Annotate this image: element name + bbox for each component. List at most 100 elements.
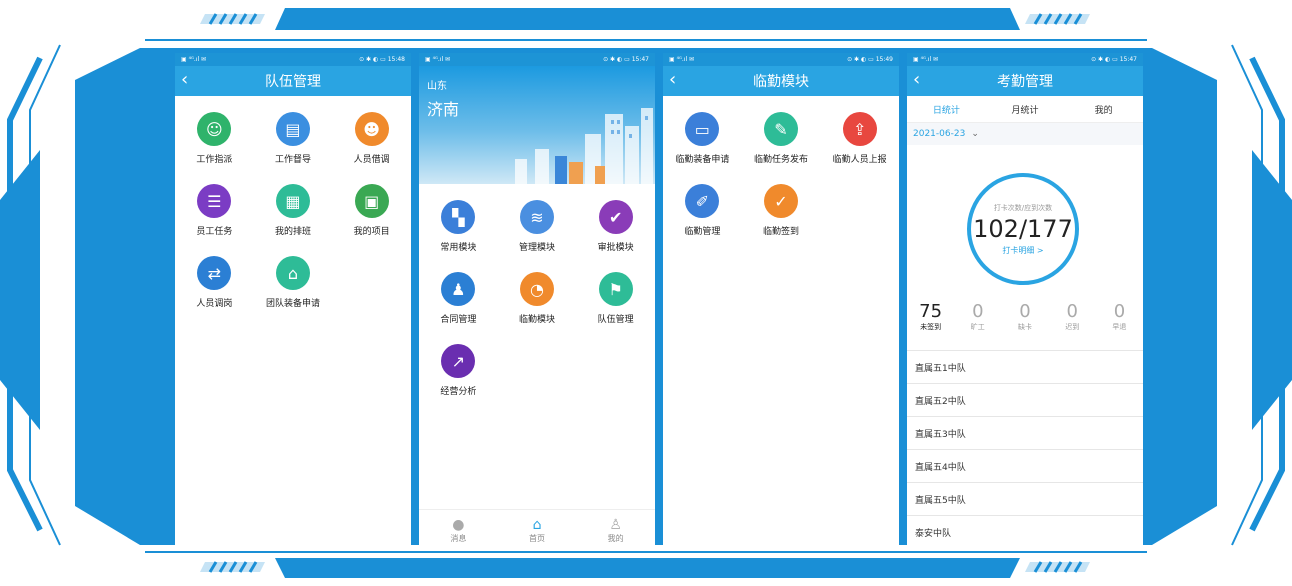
tab-label: 我的 (607, 533, 624, 543)
status-right: ⊙ ✱ ◐ ▭ 15:48 (359, 56, 405, 63)
tab-mine[interactable]: 我的 (1064, 103, 1143, 116)
back-chevron-icon[interactable]: ‹ (181, 70, 188, 90)
module-item[interactable]: ⌂ 团队装备申请 (254, 248, 333, 320)
tab-message[interactable]: ● 消息 (419, 510, 498, 550)
phone-screen-team-management: ▣ ⁴ᴳ.ıl ✉ ⊙ ✱ ◐ ▭ 15:48 ‹ 队伍管理 ☺ 工作指派 ▤ 工作督… (175, 53, 411, 550)
schedule-icon: ▦ (275, 184, 310, 218)
module-item[interactable]: ✓ 临勤签到 (742, 176, 821, 248)
tab-monthly[interactable]: 月统计 (986, 103, 1065, 116)
approve-icon: ✔ (598, 200, 633, 234)
tab-daily[interactable]: 日统计 (907, 103, 986, 116)
layers-icon: ≋ (519, 200, 554, 234)
module-item[interactable]: ▦ 我的排班 (254, 176, 333, 248)
team-list-item[interactable]: 直属五3中队 (907, 416, 1143, 449)
module-item[interactable]: ⇪ 临勤人员上报 (820, 104, 899, 176)
module-label: 临勤签到 (762, 227, 799, 237)
project-icon: ▣ (354, 184, 389, 218)
stat-value: 0 (972, 301, 984, 322)
tab-user[interactable]: ♙ 我的 (576, 510, 655, 550)
module-label: 人员调岗 (196, 299, 233, 309)
id-card-icon: ▭ (685, 112, 720, 146)
module-item[interactable]: ↗ 经营分析 (419, 336, 498, 408)
team-list-item[interactable]: 泰安中队 (907, 515, 1143, 548)
module-label: 队伍管理 (597, 315, 634, 325)
module-label: 我的项目 (353, 227, 390, 237)
status-bar: ▣ ⁴ᴳ.ıl ✉ ⊙ ✱ ◐ ▭ 15:48 (175, 53, 411, 66)
tab-home[interactable]: ⌂ 首页 (498, 510, 577, 550)
back-chevron-icon[interactable]: ‹ (913, 70, 920, 90)
grid-icon: ▚ (441, 200, 476, 234)
page-title: 队伍管理 (265, 74, 321, 90)
attendance-ring: 打卡次数/应到次数 102/177 打卡明细 > (967, 173, 1079, 285)
module-label: 合同管理 (440, 315, 477, 325)
page-title: 考勤管理 (997, 74, 1053, 90)
module-item[interactable]: ◔ 临勤模块 (498, 264, 577, 336)
module-item[interactable]: ▣ 我的项目 (332, 176, 411, 248)
module-item[interactable]: ☰ 员工任务 (175, 176, 254, 248)
nav-bar: ‹ 考勤管理 (907, 66, 1143, 96)
page-title: 临勤模块 (753, 74, 809, 90)
module-label: 临勤管理 (684, 227, 721, 237)
message-icon: ● (452, 516, 465, 533)
module-item[interactable]: ☺ 工作指派 (175, 104, 254, 176)
module-item[interactable]: ▚ 常用模块 (419, 192, 498, 264)
module-label: 人员借调 (353, 155, 390, 165)
stat-value: 75 (919, 301, 943, 322)
back-chevron-icon[interactable]: ‹ (669, 70, 676, 90)
module-item[interactable]: ✎ 临勤任务发布 (742, 104, 821, 176)
clock-icon: ◔ (519, 272, 554, 306)
status-right: ⊙ ✱ ◐ ▭ 15:47 (603, 56, 649, 63)
module-item[interactable]: ▤ 工作督导 (254, 104, 333, 176)
stat-label: 缺卡 (1018, 323, 1032, 331)
team-list-item[interactable]: 直属五1中队 (907, 350, 1143, 383)
status-left: ▣ ⁴ᴳ.ıl ✉ (425, 56, 451, 63)
module-item[interactable]: ⇄ 人员调岗 (175, 248, 254, 320)
status-right: ⊙ ✱ ◐ ▭ 15:49 (847, 56, 893, 63)
module-label: 临勤装备申请 (675, 155, 730, 165)
module-item[interactable]: ≋ 管理模块 (498, 192, 577, 264)
module-item[interactable]: ♟ 合同管理 (419, 264, 498, 336)
module-item[interactable]: ☻ 人员借调 (332, 104, 411, 176)
bottom-tab-bar: ● 消息 ⌂ 首页 ♙ 我的 (419, 509, 655, 550)
module-label: 工作督导 (274, 155, 311, 165)
module-item[interactable]: ✐ 临勤管理 (663, 176, 742, 248)
module-label: 管理模块 (518, 243, 555, 253)
team-list-item[interactable]: 直属五4中队 (907, 449, 1143, 482)
status-bar: ▣ ⁴ᴳ.ıl ✉ ⊙ ✱ ◐ ▭ 15:47 (907, 53, 1143, 66)
status-bar: ▣ ⁴ᴳ.ıl ✉ ⊙ ✱ ◐ ▭ 15:49 (663, 53, 899, 66)
dispatch-icon: ☺ (197, 112, 232, 146)
status-left: ▣ ⁴ᴳ.ıl ✉ (913, 56, 939, 63)
city-skyline-illustration (515, 108, 653, 184)
module-label: 经营分析 (440, 387, 477, 397)
stat-label: 旷工 (970, 323, 985, 331)
team-list-item[interactable]: 直属五5中队 (907, 482, 1143, 515)
city-banner: 山东 济南 (419, 66, 655, 184)
module-item[interactable]: ⚑ 队伍管理 (576, 264, 655, 336)
punch-detail-link[interactable]: 打卡明细 > (1002, 245, 1043, 256)
team-list-item[interactable]: 直属五2中队 (907, 383, 1143, 416)
task-list-icon: ☰ (197, 184, 232, 218)
stat-label: 迟到 (1065, 323, 1080, 331)
checkin-icon: ✓ (763, 184, 798, 218)
stat-value: 0 (1113, 301, 1126, 322)
status-right: ⊙ ✱ ◐ ▭ 15:47 (1091, 56, 1137, 63)
user-icon: ♙ (609, 516, 622, 533)
upload-icon: ⇪ (842, 112, 877, 146)
status-bar: ▣ ⁴ᴳ.ıl ✉ ⊙ ✱ ◐ ▭ 15:47 (419, 53, 655, 66)
stamp-icon: ♟ (441, 272, 476, 306)
transfer-icon: ⇄ (197, 256, 232, 290)
ring-caption: 打卡次数/应到次数 (993, 203, 1053, 212)
phone-screen-attendance: ▣ ⁴ᴳ.ıl ✉ ⊙ ✱ ◐ ▭ 15:47 ‹ 考勤管理 日统计 月统计 我… (907, 53, 1143, 550)
module-label: 我的排班 (274, 227, 311, 237)
phone-screen-temp-duty: ▣ ⁴ᴳ.ıl ✉ ⊙ ✱ ◐ ▭ 15:49 ‹ 临勤模块 ▭ 临勤装备申请 ✎ 临… (663, 53, 899, 550)
nav-bar: ‹ 临勤模块 (663, 66, 899, 96)
phone-screen-home: ▣ ⁴ᴳ.ıl ✉ ⊙ ✱ ◐ ▭ 15:47 山东 济南 ▚ 常用模块 ≋ 管理模块… (419, 53, 655, 550)
stats-tabs: 日统计 月统计 我的 (907, 96, 1143, 123)
date-picker[interactable]: 2021-06-23 ⌄ (907, 123, 1143, 145)
module-label: 临勤模块 (518, 315, 555, 325)
stat-value: 0 (1066, 301, 1078, 322)
module-label: 审批模块 (597, 243, 634, 253)
module-item[interactable]: ✔ 审批模块 (576, 192, 655, 264)
chart-icon: ↗ (441, 344, 476, 378)
module-item[interactable]: ▭ 临勤装备申请 (663, 104, 742, 176)
